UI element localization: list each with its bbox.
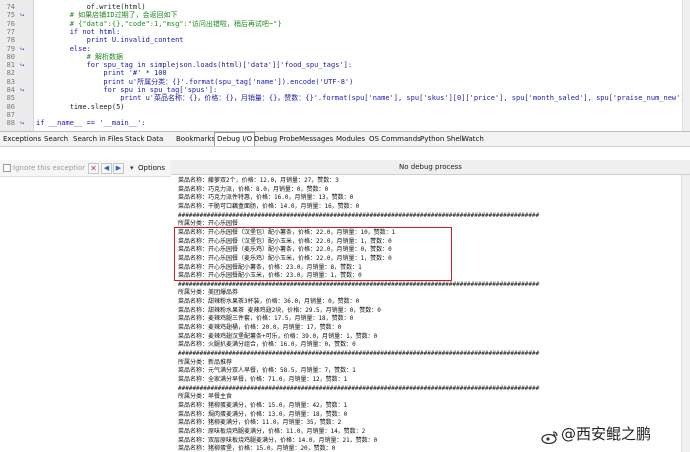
output-line: 菜品名称：甜辣粉水果茶 麦辣鸡翅2块，价格：29.5，月销量：0，赞数：0 [178, 306, 381, 314]
highlight-box [174, 227, 452, 281]
output-line: 所属分类：早餐主食 [178, 393, 233, 401]
tab-os-commands[interactable]: OS Commands [369, 133, 421, 145]
tab-modules[interactable]: Modules [336, 133, 365, 145]
output-line: 菜品名称：猪柳蛋堡，价格：15.0，月销量：20，赞数：0 [178, 445, 336, 452]
output-line: 菜品名称：猪柳蛋麦满分，价格：15.0，月销量：42，赞数：1 [178, 401, 348, 409]
tab-stack-data[interactable]: Stack Data [125, 133, 163, 145]
options-button[interactable]: Options [138, 162, 165, 174]
tab-bookmarks[interactable]: Bookmarks [176, 133, 215, 145]
tool-tab-bar: Exceptions Search Search in Files Stack … [0, 131, 690, 147]
output-line: 菜品名称：双层原味板烧鸡腿麦满分，价格：14.0，月销量：21，赞数：0 [178, 436, 378, 444]
output-line: 所属分类：美团爆品券 [178, 289, 239, 297]
weibo-watermark: @西安鲲之鹏 [541, 423, 651, 445]
tab-watch[interactable]: Watch [462, 133, 484, 145]
output-line: ########################################… [178, 211, 540, 219]
output-line: 菜品名称：巧克力派件特惠，价格：16.0，月销量：13，赞数：0 [178, 194, 354, 202]
arrow-right-icon[interactable]: ▶ [113, 163, 124, 174]
arrow-left-icon[interactable]: ◀ [101, 163, 112, 174]
tab-exceptions[interactable]: Exceptions [3, 133, 41, 145]
ignore-exception-label: Ignore this exception l [13, 164, 85, 172]
code-text: if __name__ == '__main__': [36, 119, 146, 128]
output-line: ########################################… [178, 350, 540, 357]
output-line: 菜品名称：巧克力派，价格：8.0，月销量：0，赞数：0 [178, 185, 329, 193]
output-scrollbar[interactable] [681, 175, 690, 452]
output-line: 菜品名称：原味板烧鸡腿麦满分，价格：11.0，月销量：14，赞数：2 [178, 427, 366, 435]
code-line: 88 ↪ if __name__ == '__main__': [0, 118, 690, 129]
options-chevron-down-icon[interactable]: ▾ [130, 162, 134, 174]
output-line: 菜品名称：焗肉蛋麦满分，价格：13.0，月销量：18，赞数：0 [178, 410, 348, 418]
output-line: 菜品名称：麦辣鸡腿三件套，价格：17.5，月销量：18，赞数：0 [178, 315, 354, 323]
tab-debug-io[interactable]: Debug I/O [214, 132, 256, 146]
output-line: ########################################… [178, 280, 540, 288]
tab-search[interactable]: Search [44, 133, 68, 145]
debug-status-header: No debug process [171, 160, 690, 175]
output-line: 菜品名称：麦辣鸡翅桶，价格：20.0，月销量：17，赞数：0 [178, 324, 342, 332]
output-line: 菜品名称：干脆可口藕盒面肠，价格：14.0，月销量：16，赞数：0 [178, 202, 360, 210]
output-line: 菜品名称：猪柳麦满分，价格：11.0，月销量：35，赞数：2 [178, 419, 342, 427]
tab-debug-probe[interactable]: Debug Probe [254, 133, 299, 145]
fold-marker-icon[interactable]: ↪ [20, 120, 27, 127]
tab-search-in-files[interactable]: Search in Files [73, 133, 123, 145]
weibo-logo-icon [541, 428, 559, 444]
output-line: 菜品名称：火腿扒麦满分组合，价格：16.0，月销量：0，赞数：0 [178, 341, 356, 349]
close-icon[interactable]: ✕ [88, 163, 99, 174]
output-line: 所属分类：新品推荐 [178, 358, 233, 366]
code-editor[interactable]: 74 of.write(html) 75 ↪ # 如果店铺ID过期了，会返回如下 76… [0, 0, 690, 131]
output-line: 菜品名称：藤萝双2个，价格：12.0，月销量：27，赞数：3 [178, 177, 339, 184]
editor-scrollbar[interactable] [682, 0, 690, 131]
output-line: 菜品名称：元气满分双人早餐，价格：58.5，月销量：7，赞数：1 [178, 367, 356, 375]
output-line: ########################################… [178, 384, 540, 392]
exceptions-toolbar: Ignore this exception l ✕ ◀ ▶ ▾ Options [0, 160, 171, 177]
watermark-text: @西安鲲之鹏 [561, 425, 652, 443]
tab-messages[interactable]: Messages [299, 133, 333, 145]
exceptions-panel: Ignore this exception l ✕ ◀ ▶ ▾ Options [0, 160, 172, 452]
debug-output[interactable]: 菜品名称：藤萝双2个，价格：12.0，月销量：27，赞数：3 菜品名称：巧克力派，… [171, 175, 681, 452]
output-line: 菜品名称：麦辣鸡翅汉堡配薯条+可乐，价格：39.0，月销量：1，赞数：0 [178, 332, 378, 340]
line-number: 88 [6, 119, 15, 128]
output-line: 菜品名称：甜辣粉水果茶3杯装，价格：36.0，月销量：0，赞数：0 [178, 298, 360, 306]
ignore-exception-checkbox[interactable] [3, 164, 11, 172]
output-line: 菜品名称：全家满分早餐，价格：71.0，月销量：12，赞数：1 [178, 375, 348, 383]
tab-python-shell[interactable]: Python Shell [420, 133, 464, 145]
